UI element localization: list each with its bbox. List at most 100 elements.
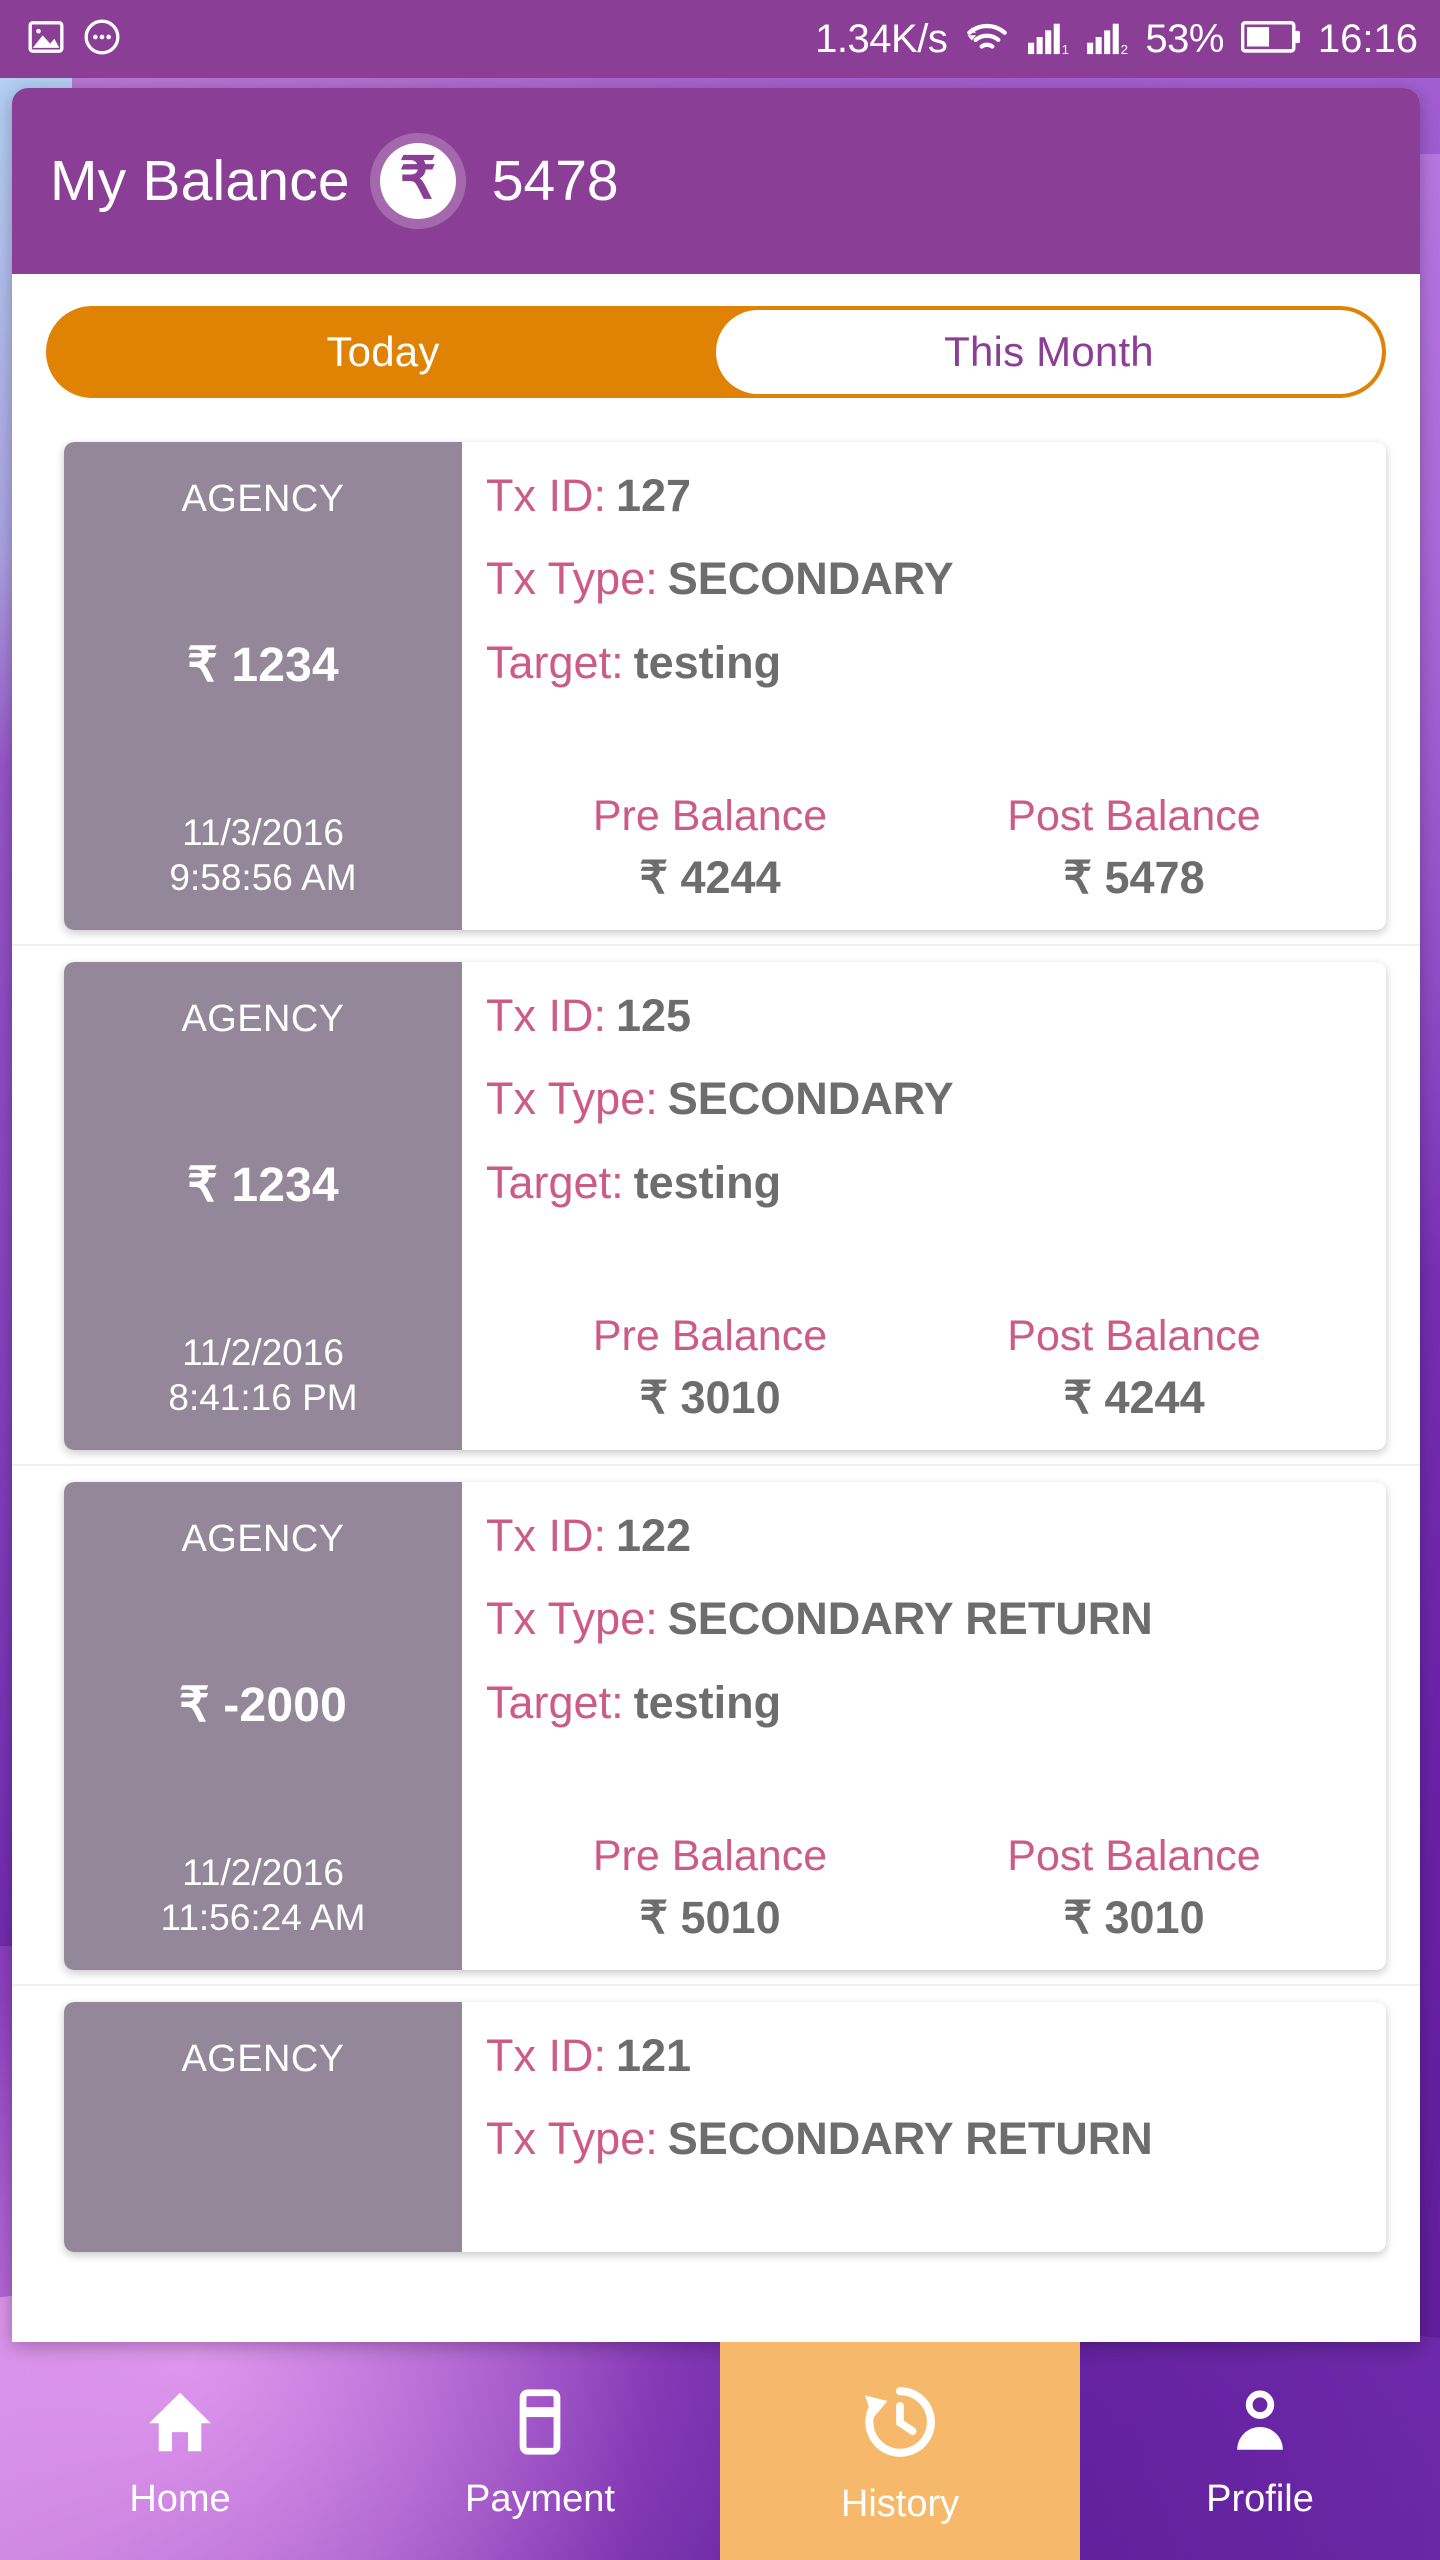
account-type-label: AGENCY xyxy=(181,478,345,520)
nav-item-payment[interactable]: Payment xyxy=(360,2342,720,2560)
field-tx-id-label: Tx ID: xyxy=(486,2030,606,2081)
field-tx-id: Tx ID: 125 xyxy=(486,992,1358,1039)
nav-item-payment-label: Payment xyxy=(465,2477,615,2520)
clock-text: 16:16 xyxy=(1317,17,1418,61)
home-icon xyxy=(143,2385,217,2464)
transaction-time: 11:56:24 AM xyxy=(160,1896,366,1938)
field-tx-id: Tx ID: 122 xyxy=(486,1512,1358,1559)
field-target: Target: testing xyxy=(486,636,1358,688)
table-row[interactable]: AGENCY ₹ -2000 11/2/2016 11:56:24 AM Tx … xyxy=(12,1466,1420,1986)
field-target-value: testing xyxy=(633,1676,782,1728)
app-content-card: My Balance ₹ 5478 Today This Month AGENC… xyxy=(12,88,1420,2342)
pre-balance-value: ₹ 5010 xyxy=(639,1892,781,1943)
nav-item-home[interactable]: Home xyxy=(0,2342,360,2560)
field-tx-type-label: Tx Type: xyxy=(486,2113,658,2165)
field-tx-type: Tx Type: SECONDARY xyxy=(486,1075,1358,1122)
rupee-badge-icon: ₹ xyxy=(369,133,466,229)
pre-balance-label: Pre Balance xyxy=(592,1832,828,1880)
transaction-details-panel: Tx ID: 125 Tx Type: SECONDARY Target: testi… xyxy=(462,962,1386,1450)
transaction-datetime: 11/2/2016 11:56:24 AM xyxy=(160,1850,365,1940)
transaction-card[interactable]: AGENCY Tx ID: 121 Tx Type: SECONDARY RETUR… xyxy=(64,2002,1386,2252)
transaction-summary-panel: AGENCY xyxy=(64,2002,462,2252)
transaction-card[interactable]: AGENCY ₹ 1234 11/2/2016 8:41:16 PM Tx ID… xyxy=(64,962,1386,1450)
transaction-card[interactable]: AGENCY ₹ -2000 11/2/2016 11:56:24 AM Tx … xyxy=(64,1482,1386,1970)
photo-icon xyxy=(26,17,66,62)
person-icon xyxy=(1223,2385,1297,2464)
balance-header: My Balance ₹ 5478 xyxy=(12,88,1420,274)
balance-row: Pre Balance ₹ 5010 Post Balance ₹ 3010 xyxy=(486,1835,1358,1944)
svg-text:2: 2 xyxy=(1121,42,1128,56)
account-type-label: AGENCY xyxy=(181,1518,345,1560)
transaction-date: 11/3/2016 xyxy=(182,811,344,853)
nav-item-profile-label: Profile xyxy=(1206,2477,1314,2520)
field-tx-type: Tx Type: SECONDARY RETURN xyxy=(486,2115,1358,2162)
transaction-list[interactable]: AGENCY ₹ 1234 11/3/2016 9:58:56 AM Tx ID… xyxy=(12,426,1420,2342)
signal-bars-2-icon: 2 xyxy=(1086,18,1128,61)
nav-item-history-label: History xyxy=(840,2482,960,2525)
field-tx-type-value: SECONDARY RETURN xyxy=(667,2113,1153,2165)
transaction-summary-panel: AGENCY ₹ 1234 11/3/2016 9:58:56 AM xyxy=(64,442,462,930)
page-title: My Balance xyxy=(50,149,350,213)
tab-switcher-container: Today This Month xyxy=(12,274,1420,426)
transaction-amount: ₹ 1234 xyxy=(187,1159,339,1213)
field-tx-type-value: SECONDARY RETURN xyxy=(667,1593,1153,1645)
battery-icon xyxy=(1240,20,1301,59)
pre-balance-column: Pre Balance ₹ 5010 xyxy=(498,1832,922,1943)
transaction-time: 9:58:56 AM xyxy=(169,856,357,898)
nav-item-profile[interactable]: Profile xyxy=(1080,2342,1440,2560)
field-target: Target: testing xyxy=(486,1676,1358,1728)
nav-item-home-label: Home xyxy=(129,2477,231,2520)
balance-amount: 5478 xyxy=(491,149,619,213)
post-balance-value: ₹ 3010 xyxy=(1063,1892,1205,1943)
nav-item-history[interactable]: History xyxy=(720,2342,1080,2560)
field-target-label: Target: xyxy=(486,636,624,688)
field-tx-id-value: 122 xyxy=(616,1510,692,1561)
transaction-datetime: 11/3/2016 9:58:56 AM xyxy=(169,810,356,900)
pre-balance-column: Pre Balance ₹ 4244 xyxy=(498,792,922,903)
field-target-label: Target: xyxy=(486,1676,624,1728)
table-row[interactable]: AGENCY ₹ 1234 11/3/2016 9:58:56 AM Tx ID… xyxy=(12,426,1420,946)
balance-row: Pre Balance ₹ 3010 Post Balance ₹ 4244 xyxy=(486,1315,1358,1424)
app-window: My Balance ₹ 5478 Today This Month AGENC… xyxy=(12,88,1420,2342)
tab-switcher: Today This Month xyxy=(46,306,1386,398)
field-tx-type-value: SECONDARY xyxy=(667,553,954,605)
pre-balance-value: ₹ 4244 xyxy=(639,852,781,903)
transaction-datetime: 11/2/2016 8:41:16 PM xyxy=(168,1330,357,1420)
post-balance-label: Post Balance xyxy=(1007,1832,1261,1880)
transaction-date: 11/2/2016 xyxy=(182,1851,344,1893)
svg-text:1: 1 xyxy=(1062,42,1069,56)
tab-this-month-label: This Month xyxy=(944,328,1154,375)
pre-balance-label: Pre Balance xyxy=(592,792,828,840)
account-type-label: AGENCY xyxy=(181,998,345,1040)
credit-card-icon xyxy=(503,2385,577,2464)
transaction-card[interactable]: AGENCY ₹ 1234 11/3/2016 9:58:56 AM Tx ID… xyxy=(64,442,1386,930)
transaction-amount: ₹ -2000 xyxy=(178,1679,348,1733)
field-tx-type-label: Tx Type: xyxy=(486,1073,658,1125)
table-row[interactable]: AGENCY ₹ 1234 11/2/2016 8:41:16 PM Tx ID… xyxy=(12,946,1420,1466)
wifi-icon xyxy=(964,17,1010,62)
table-row[interactable]: AGENCY Tx ID: 121 Tx Type: SECONDARY RETUR… xyxy=(12,1986,1420,2266)
field-tx-id-value: 121 xyxy=(616,2030,692,2081)
tab-today-label: Today xyxy=(326,328,440,375)
tab-today[interactable]: Today xyxy=(50,310,716,394)
balance-row: Pre Balance ₹ 4244 Post Balance ₹ 5478 xyxy=(486,795,1358,904)
field-target-label: Target: xyxy=(486,1156,624,1208)
field-tx-id-label: Tx ID: xyxy=(486,1510,606,1561)
post-balance-value: ₹ 4244 xyxy=(1063,1372,1205,1423)
transaction-date: 11/2/2016 xyxy=(182,1331,344,1373)
field-tx-type-label: Tx Type: xyxy=(486,553,658,605)
bottom-navigation-bar: Home Payment History Profile xyxy=(0,2342,1440,2560)
field-tx-type: Tx Type: SECONDARY xyxy=(486,555,1358,602)
transaction-summary-panel: AGENCY ₹ 1234 11/2/2016 8:41:16 PM xyxy=(64,962,462,1450)
tab-this-month[interactable]: This Month xyxy=(716,310,1382,394)
battery-percent-text: 53% xyxy=(1145,17,1224,61)
post-balance-label: Post Balance xyxy=(1007,1312,1261,1360)
transaction-details-panel: Tx ID: 122 Tx Type: SECONDARY RETURN Targe… xyxy=(462,1482,1386,1970)
status-bar-indicators: 1.34K/s 1 2 53% 16:16 xyxy=(815,17,1440,62)
field-tx-id-label: Tx ID: xyxy=(486,990,606,1041)
field-tx-id-label: Tx ID: xyxy=(486,470,606,521)
post-balance-value: ₹ 5478 xyxy=(1063,852,1205,903)
network-speed-text: 1.34K/s xyxy=(815,17,948,61)
post-balance-column: Post Balance ₹ 4244 xyxy=(922,1312,1346,1423)
field-tx-type: Tx Type: SECONDARY RETURN xyxy=(486,1595,1358,1642)
